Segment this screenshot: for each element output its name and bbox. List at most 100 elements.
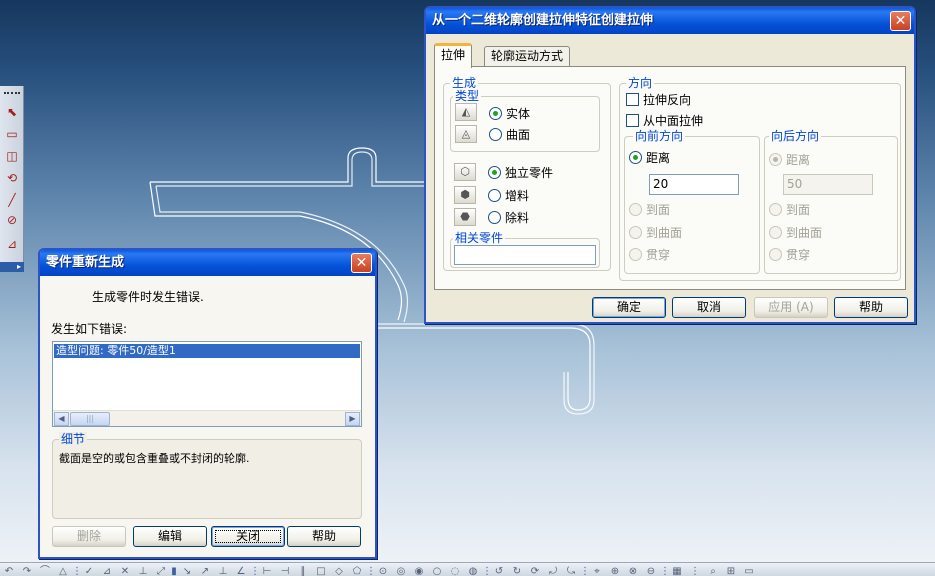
scroll-right-icon[interactable]: ▶ — [345, 412, 360, 426]
tool-icon[interactable]: ⌖ — [588, 565, 606, 576]
tool-icon[interactable]: ⌕ — [704, 565, 722, 576]
tool-icon[interactable]: ⊢ — [258, 565, 276, 576]
checkbox-icon[interactable] — [626, 93, 639, 106]
radio-icon[interactable] — [629, 151, 642, 164]
close-icon[interactable]: ✕ — [890, 11, 911, 31]
forward-to-face-radio[interactable]: 到面 — [629, 201, 670, 219]
apply-button[interactable]: 应用 (A) — [754, 297, 828, 318]
forward-to-surface-radio[interactable]: 到曲面 — [629, 224, 682, 242]
reverse-checkbox[interactable]: 拉伸反向 — [626, 91, 691, 109]
horizontal-scrollbar[interactable]: ◀ ||| ▶ — [53, 410, 361, 426]
radio-icon[interactable] — [769, 153, 782, 166]
type-surface-radio[interactable]: 曲面 — [489, 126, 530, 144]
circle-icon[interactable]: ⊘ — [4, 212, 20, 228]
midplane-checkbox[interactable]: 从中面拉伸 — [626, 112, 703, 130]
tool-icon[interactable]: ↘ — [178, 565, 196, 576]
list-item[interactable]: 造型问题: 零件50/造型1 — [54, 344, 360, 358]
regen-dialog-titlebar[interactable]: 零件重新生成 ✕ — [40, 250, 375, 276]
toolbar-grip[interactable] — [4, 92, 20, 94]
sketch-frame-icon[interactable]: ◫ — [4, 148, 20, 164]
tool-icon[interactable]: ✕ — [116, 565, 134, 576]
tool-icon[interactable]: ⊿ — [98, 565, 116, 576]
backward-distance-input[interactable]: 50 — [783, 174, 873, 195]
tool-icon[interactable]: ✓ — [80, 565, 98, 576]
tool-icon[interactable]: ⤢ — [152, 565, 170, 576]
toolbar-expand-icon[interactable]: ▸ — [0, 262, 24, 272]
tool-icon[interactable]: ▦ — [668, 565, 686, 576]
tool-icon[interactable]: ◇ — [330, 565, 348, 576]
radio-icon[interactable] — [769, 226, 782, 239]
radio-icon[interactable] — [489, 128, 502, 141]
line-icon[interactable]: ╱ — [4, 192, 20, 208]
tool-icon[interactable]: ↺ — [490, 565, 508, 576]
tool-icon[interactable]: ⊕ — [606, 565, 624, 576]
help-button[interactable]: 帮助 — [834, 297, 908, 318]
tool-icon[interactable]: ↻ — [508, 565, 526, 576]
tab-profile-motion[interactable]: 轮廓运动方式 — [484, 46, 571, 67]
tool-icon[interactable]: ∥ — [294, 565, 312, 576]
tool-icon[interactable]: ⊞ — [722, 565, 740, 576]
forward-through-radio[interactable]: 贯穿 — [629, 246, 670, 264]
tool-icon[interactable]: ⊥ — [214, 565, 232, 576]
tool-icon[interactable]: △ — [54, 565, 72, 576]
remove-material-radio[interactable]: 除料 — [488, 209, 529, 227]
tool-icon[interactable]: ◉ — [410, 565, 428, 576]
tool-icon[interactable]: ⊖ — [642, 565, 660, 576]
radio-icon[interactable] — [488, 211, 501, 224]
rotate-icon[interactable]: ⟲ — [4, 170, 20, 186]
tool-icon[interactable]: ⊣ — [276, 565, 294, 576]
backward-to-face-radio[interactable]: 到面 — [769, 201, 810, 219]
close-button[interactable]: 关闭 — [211, 526, 285, 547]
tool-icon[interactable]: ⟳ — [526, 565, 544, 576]
backward-to-surface-radio[interactable]: 到曲面 — [769, 224, 822, 242]
radio-icon[interactable] — [629, 248, 642, 261]
tool-icon[interactable]: ⊙ — [374, 565, 392, 576]
close-icon[interactable]: ✕ — [351, 253, 372, 273]
extrude-dialog-titlebar[interactable]: 从一个二维轮廓创建拉伸特征创建拉伸 ✕ — [426, 8, 914, 34]
redo-icon[interactable]: ↷ — [18, 565, 36, 576]
forward-distance-input[interactable]: 20 — [649, 174, 739, 195]
delete-button[interactable]: 删除 — [52, 526, 126, 547]
radio-icon[interactable] — [629, 226, 642, 239]
help-button[interactable]: 帮助 — [287, 526, 361, 547]
radio-icon[interactable] — [769, 248, 782, 261]
radio-icon[interactable] — [488, 189, 501, 202]
backward-distance-radio[interactable]: 距离 — [769, 151, 810, 169]
select-icon[interactable]: ⬉ — [4, 104, 20, 120]
radio-icon[interactable] — [488, 166, 501, 179]
checkbox-icon[interactable] — [626, 114, 639, 127]
sketch-rect-icon[interactable]: ▭ — [4, 126, 20, 142]
tool-icon[interactable]: □ — [312, 565, 330, 576]
edit-button[interactable]: 编辑 — [133, 526, 207, 547]
tool-icon[interactable]: ∠ — [232, 565, 250, 576]
type-solid-radio[interactable]: 实体 — [489, 105, 530, 123]
radio-icon[interactable] — [629, 203, 642, 216]
ok-button[interactable]: 确定 — [592, 297, 666, 318]
radio-icon[interactable] — [769, 203, 782, 216]
tool-icon[interactable]: ↗ — [196, 565, 214, 576]
tool-icon[interactable]: ◌ — [446, 565, 464, 576]
radio-icon[interactable] — [489, 107, 502, 120]
tool-icon[interactable]: ◍ — [464, 565, 482, 576]
related-part-field[interactable] — [454, 245, 596, 265]
independent-part-radio[interactable]: 独立零件 — [488, 164, 553, 182]
undo-icon[interactable]: ↶ — [0, 565, 18, 576]
tool-icon[interactable]: ◎ — [392, 565, 410, 576]
backward-through-radio[interactable]: 贯穿 — [769, 246, 810, 264]
tool-icon[interactable]: ⊗ — [624, 565, 642, 576]
cancel-button[interactable]: 取消 — [672, 297, 746, 318]
tool-icon[interactable]: ⋮ — [686, 565, 704, 576]
tool-icon[interactable]: ⬠ — [348, 565, 366, 576]
error-list[interactable]: 造型问题: 零件50/造型1 ◀ ||| ▶ — [52, 341, 362, 427]
add-material-radio[interactable]: 增料 — [488, 187, 529, 205]
scrollbar-thumb[interactable]: ||| — [70, 412, 110, 426]
scroll-left-icon[interactable]: ◀ — [54, 412, 69, 426]
tool-icon[interactable]: ▭ — [740, 565, 758, 576]
tool-icon[interactable]: ○ — [428, 565, 446, 576]
tool-icon[interactable]: ⌒ — [36, 565, 54, 576]
tab-extrude[interactable]: 拉伸 — [434, 43, 473, 68]
tool-icon[interactable]: ⤾ — [544, 565, 562, 576]
tool-icon[interactable]: ⤿ — [562, 565, 580, 576]
dimension-icon[interactable]: ⊿ — [4, 236, 20, 252]
forward-distance-radio[interactable]: 距离 — [629, 149, 670, 167]
